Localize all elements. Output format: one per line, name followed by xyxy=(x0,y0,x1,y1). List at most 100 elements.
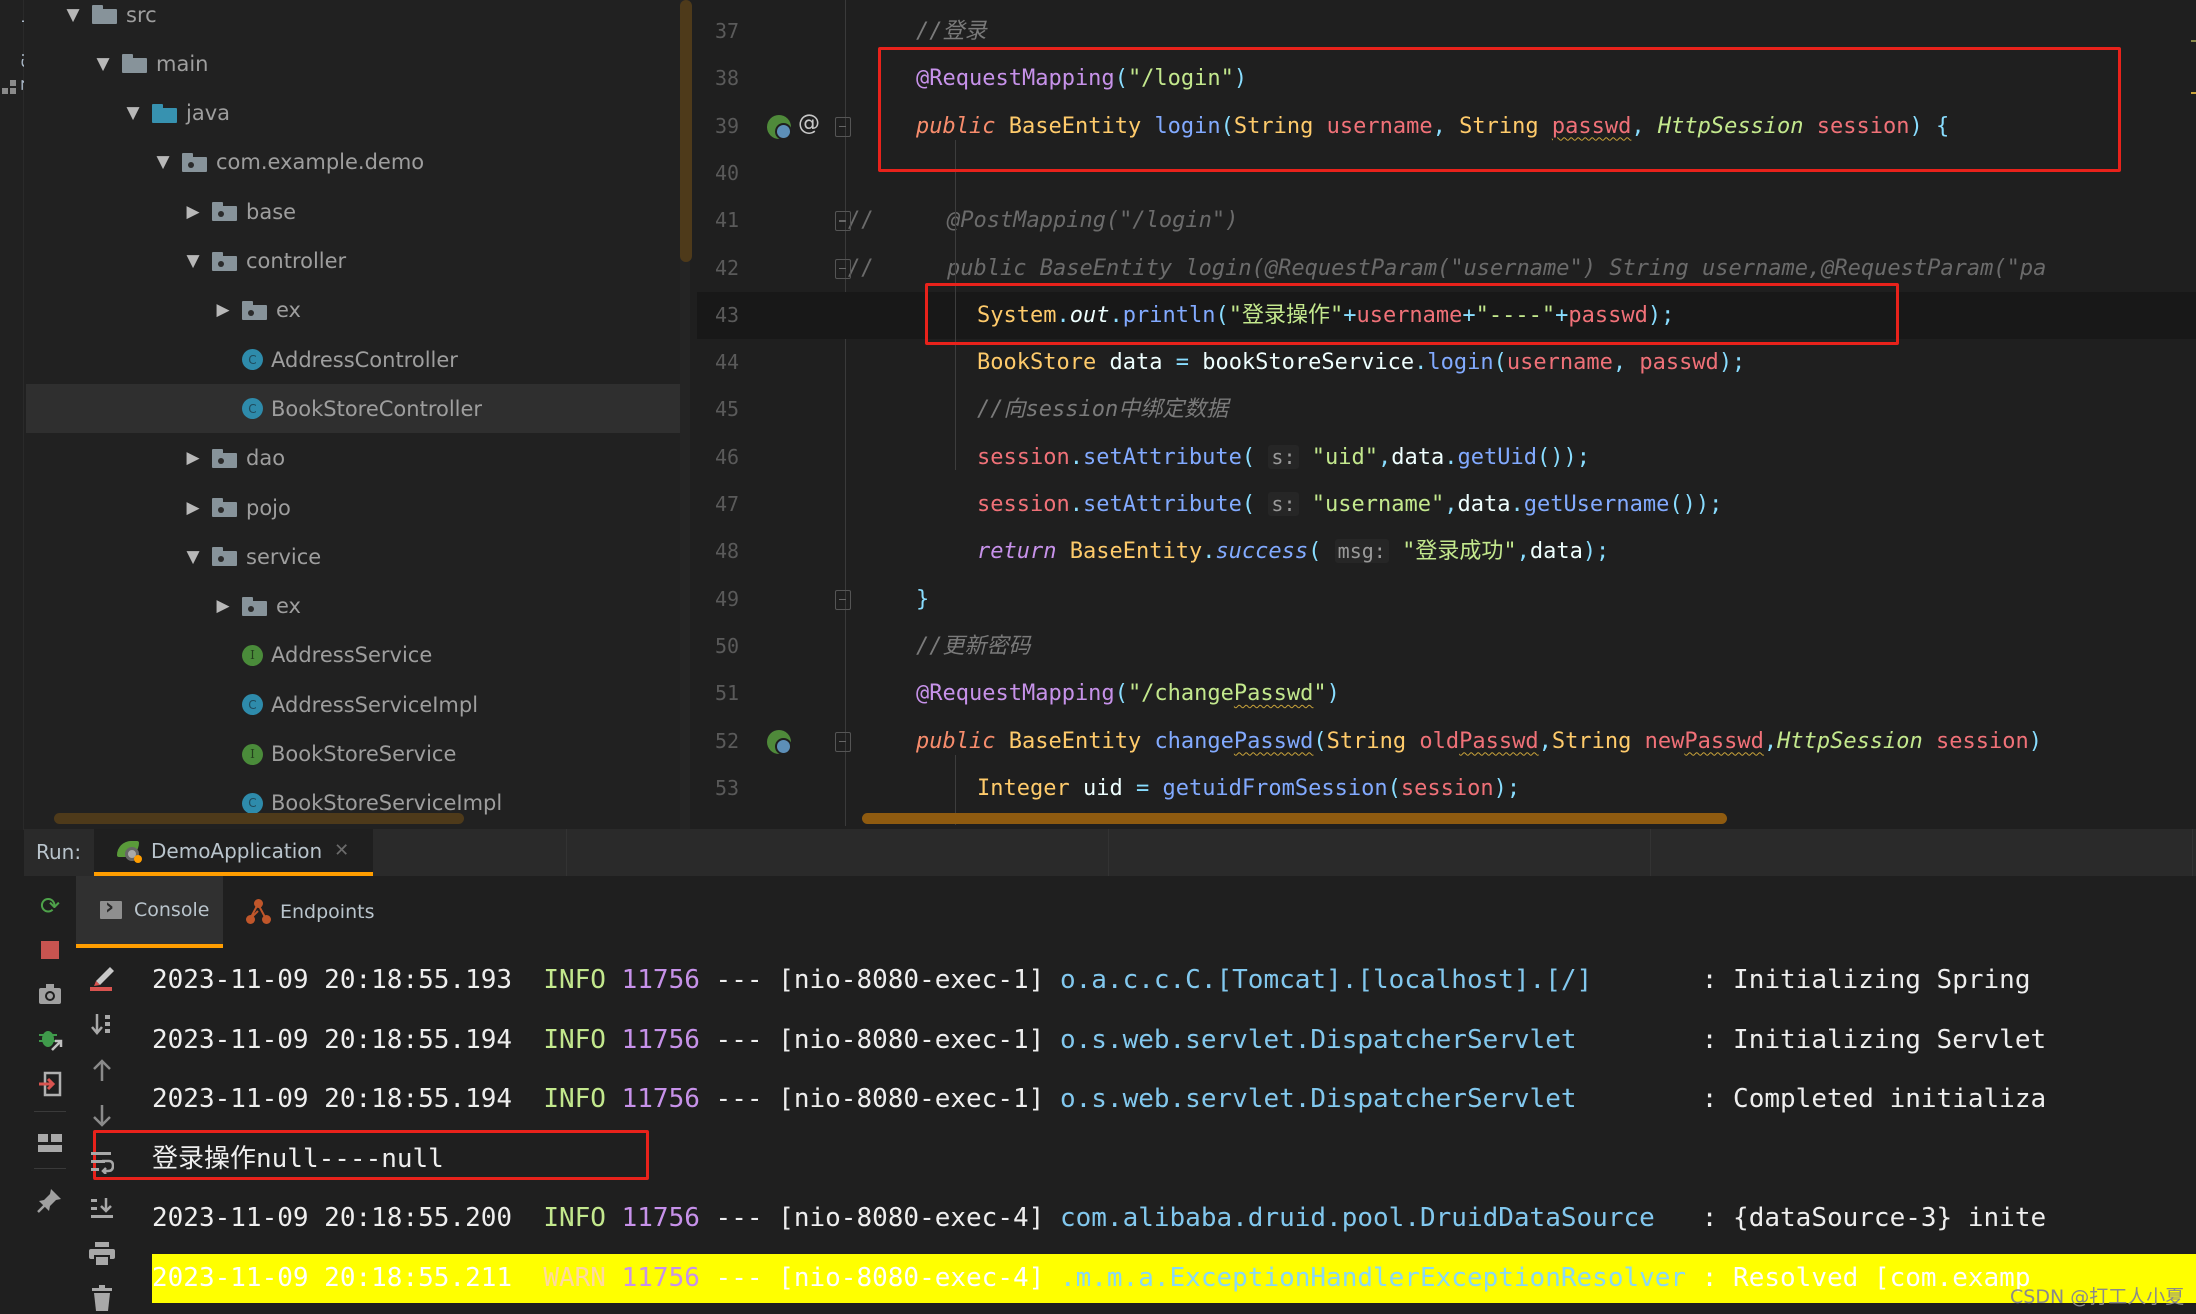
camera-icon[interactable] xyxy=(24,974,76,1014)
arrow-up-icon[interactable] xyxy=(76,1050,128,1090)
editor-horizontal-scrollbar[interactable] xyxy=(862,813,1727,824)
chevron-down-icon[interactable]: ▼ xyxy=(122,102,144,124)
arrow-down-icon[interactable] xyxy=(76,1096,128,1136)
tree-item-bookstoreservice[interactable]: I BookStoreService xyxy=(24,730,690,779)
class-icon: C xyxy=(242,694,263,716)
code-token: getuidFromSession xyxy=(1162,775,1388,801)
tree-item-ex[interactable]: ▶ ex xyxy=(24,286,690,335)
chevron-right-icon[interactable]: ▶ xyxy=(182,497,204,519)
tree-item-label: ex xyxy=(276,594,301,619)
fold-marker-icon[interactable] xyxy=(835,731,851,752)
chevron-down-icon[interactable]: ▼ xyxy=(62,4,84,26)
tree-item-com-example-demo[interactable]: ▼ com.example.demo xyxy=(24,138,690,187)
code-token: //更新密码 xyxy=(916,633,1031,659)
sort-down-icon[interactable] xyxy=(76,1004,128,1044)
tree-item-bookstorecontroller[interactable]: C BookStoreController xyxy=(26,384,680,434)
annotation-at-icon[interactable]: @ xyxy=(798,111,820,136)
tree-item-addressserviceimpl[interactable]: C AddressServiceImpl xyxy=(24,680,690,729)
project-tree-horizontal-scrollbar[interactable] xyxy=(54,813,464,824)
code-line[interactable]: 53 Integer uid = getuidFromSession(sessio… xyxy=(697,765,2196,812)
tree-item-dao[interactable]: ▶ dao xyxy=(24,434,690,483)
run-tab-demo-application[interactable]: DemoApplication ✕ xyxy=(94,829,373,876)
code-line[interactable]: 52 public BaseEntity changePasswd(String … xyxy=(697,718,2196,765)
clear-highlight-icon[interactable] xyxy=(76,958,128,998)
package-icon xyxy=(212,547,237,567)
tree-item-controller[interactable]: ▼ controller xyxy=(24,237,690,286)
code-token: . xyxy=(1414,350,1428,376)
scroll-to-end-icon[interactable] xyxy=(76,1188,128,1228)
tab-console[interactable]: Console xyxy=(76,876,223,948)
code-line[interactable]: 39 public BaseEntity login(String usernam… xyxy=(697,103,2196,150)
fold-marker-icon[interactable] xyxy=(835,116,851,137)
tree-item-label: controller xyxy=(246,249,347,273)
code-token: , xyxy=(1612,350,1640,376)
chevron-right-icon[interactable]: ▶ xyxy=(212,299,234,321)
code-line[interactable]: 41//@PostMapping("/login") xyxy=(697,197,2196,244)
code-text: @RequestMapping("/changePasswd") xyxy=(916,670,1340,717)
tree-item-pojo[interactable]: ▶ pojo xyxy=(24,483,690,532)
pin-icon[interactable] xyxy=(24,1180,76,1220)
trash-icon[interactable] xyxy=(76,1278,128,1314)
tree-item-main[interactable]: ▼ main xyxy=(24,39,690,88)
code-line[interactable]: 47 session.setAttribute( s: "username",da… xyxy=(697,481,2196,528)
code-token: ); xyxy=(1647,302,1675,328)
code-line[interactable]: 48 return BaseEntity.success( msg: "登录成功"… xyxy=(697,528,2196,575)
code-line[interactable]: 38 @RequestMapping("/login") xyxy=(697,55,2196,102)
structure-icon[interactable] xyxy=(2,80,16,96)
code-line[interactable]: 45 //向session中绑定数据 xyxy=(697,386,2196,433)
folder-icon xyxy=(92,5,117,24)
layout-icon[interactable] xyxy=(24,1123,76,1163)
print-icon[interactable] xyxy=(76,1234,128,1274)
tab-endpoints[interactable]: Endpoints xyxy=(244,876,404,948)
code-line[interactable]: 44 BookStore data = bookStoreService.logi… xyxy=(697,339,2196,386)
spring-request-mapping-icon[interactable] xyxy=(767,114,792,140)
tree-item-base[interactable]: ▶ base xyxy=(24,187,690,236)
code-line[interactable]: 50 //更新密码 xyxy=(697,623,2196,670)
chevron-down-icon[interactable]: ▼ xyxy=(182,546,204,568)
soft-wrap-icon[interactable] xyxy=(76,1142,128,1182)
code-line[interactable]: 40 xyxy=(697,150,2196,197)
tree-item-addresscontroller[interactable]: C AddressController xyxy=(24,335,690,384)
rerun-icon[interactable]: ⟳ xyxy=(24,886,76,926)
tree-item-ex[interactable]: ▶ ex xyxy=(24,582,690,631)
fold-marker-icon[interactable] xyxy=(835,258,851,279)
chevron-down-icon[interactable]: ▼ xyxy=(92,53,114,75)
code-line[interactable]: 43 System.out.println("登录操作"+username+"--… xyxy=(697,291,2196,339)
sign-in-icon[interactable] xyxy=(24,1064,76,1104)
log-logger[interactable]: o.s.web.servlet.DispatcherServlet xyxy=(1060,1025,1702,1055)
chevron-down-icon[interactable]: ▼ xyxy=(182,250,204,272)
code-line[interactable]: 37 //登录 xyxy=(697,8,2196,55)
spring-request-mapping-icon[interactable] xyxy=(767,729,792,755)
fold-marker-icon[interactable] xyxy=(835,589,851,610)
tree-item-src[interactable]: ▼ src xyxy=(24,0,690,39)
chevron-down-icon[interactable]: ▼ xyxy=(152,151,174,173)
chevron-right-icon[interactable]: ▶ xyxy=(212,595,234,617)
debug-attach-icon[interactable] xyxy=(24,1019,76,1059)
console-output[interactable]: 2023-11-09 20:18:55.193 INFO 11756 --- [… xyxy=(128,948,2196,1314)
code-token: login xyxy=(1427,350,1494,376)
close-icon[interactable]: ✕ xyxy=(334,840,349,861)
log-logger[interactable]: com.alibaba.druid.pool.DruidDataSource xyxy=(1060,1203,1702,1233)
chevron-right-icon[interactable]: ▶ xyxy=(182,201,204,223)
code-line[interactable]: 46 session.setAttribute( s: "uid",data.ge… xyxy=(697,434,2196,481)
log-logger[interactable]: o.a.c.c.C.[Tomcat].[localhost].[/] xyxy=(1060,965,1702,995)
chevron-right-icon[interactable]: ▶ xyxy=(182,447,204,469)
code-editor[interactable]: 37//登录 38 @RequestMapping("/login") 39 publi… xyxy=(697,0,2196,826)
fold-marker-icon[interactable] xyxy=(835,211,851,232)
code-line[interactable]: 42//public BaseEntity login(@RequestPara… xyxy=(697,245,2196,292)
log-pid: 11756 xyxy=(621,1262,700,1293)
tree-item-java[interactable]: ▼ java xyxy=(24,89,690,138)
code-line[interactable]: 51 @RequestMapping("/changePasswd") xyxy=(697,670,2196,717)
code-token: String xyxy=(1551,728,1632,754)
tree-item-addressservice[interactable]: I AddressService xyxy=(24,631,690,680)
project-tree-vertical-scrollbar[interactable] xyxy=(680,0,692,262)
stop-button[interactable] xyxy=(24,930,76,970)
log-level: INFO xyxy=(543,1203,606,1233)
log-logger[interactable]: o.s.web.servlet.DispatcherServlet xyxy=(1060,1084,1702,1114)
code-line[interactable]: 49} xyxy=(697,576,2196,623)
tree-item-service[interactable]: ▼ service xyxy=(24,532,690,581)
log-logger[interactable]: .m.m.a.ExceptionHandlerExceptionResolver xyxy=(1060,1263,1702,1293)
code-token: BookStore xyxy=(977,350,1097,376)
